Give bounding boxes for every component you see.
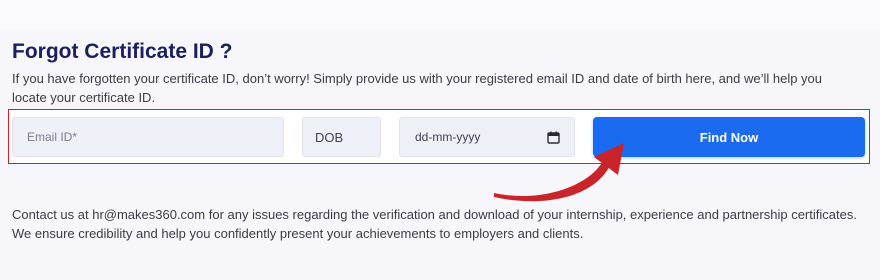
dob-label-text: DOB — [315, 129, 344, 145]
top-band — [0, 0, 880, 30]
dob-label: DOB — [302, 117, 381, 157]
date-placeholder: dd-mm-yyyy — [415, 130, 481, 144]
page-title: Forgot Certificate ID ? — [12, 40, 233, 63]
curved-arrow-icon — [494, 143, 624, 202]
email-field[interactable] — [12, 117, 284, 157]
page-description: If you have forgotten your certificate I… — [12, 71, 823, 105]
contact-text: Contact us at hr@makes360.com for any is… — [12, 207, 857, 241]
